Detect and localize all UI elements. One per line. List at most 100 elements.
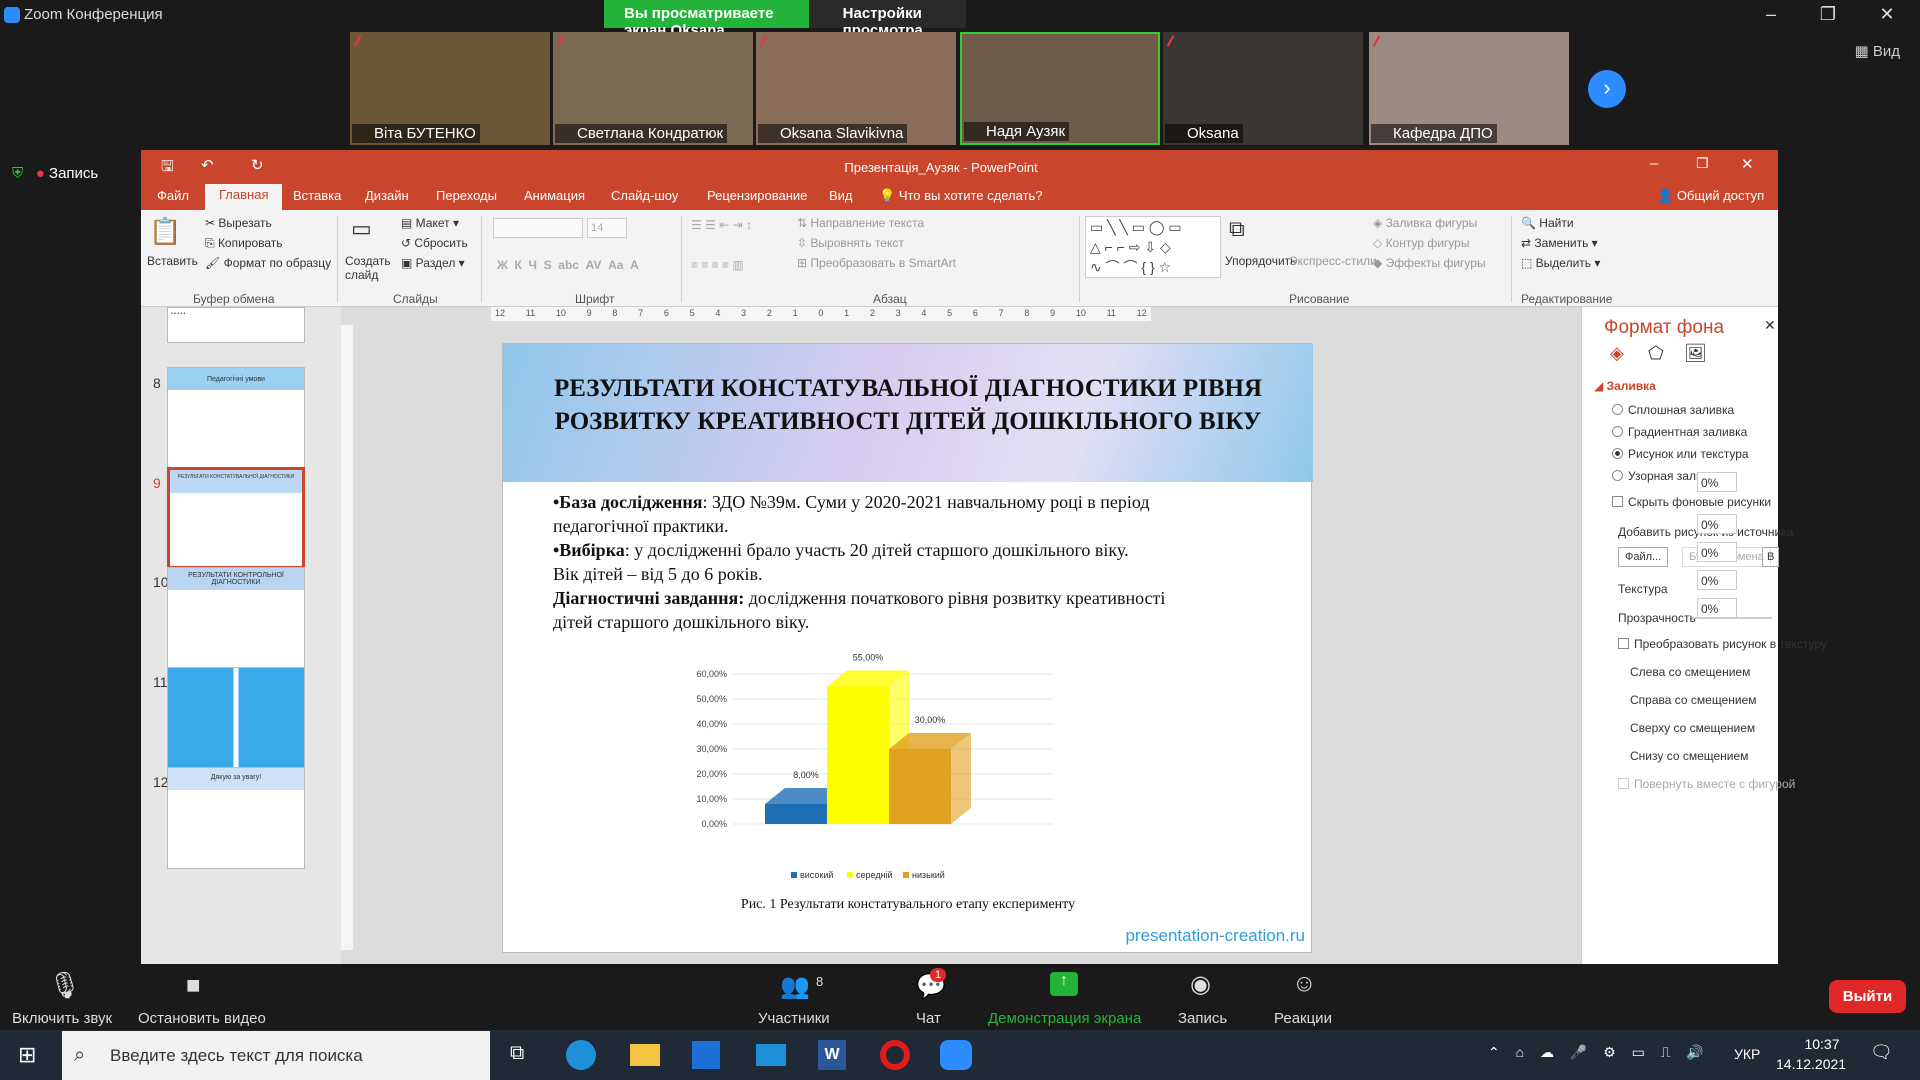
tab-slideshow[interactable]: Слайд-шоу — [611, 188, 678, 203]
ppt-restore-icon[interactable]: ❐ — [1696, 155, 1709, 172]
restore-icon[interactable]: ❐ — [1813, 4, 1843, 25]
slide-thumbnail[interactable]: Педагогічні умови — [167, 367, 305, 469]
record-button[interactable]: Запись — [1178, 1010, 1227, 1027]
format-painter-button[interactable]: 🖌 Формат по образцу — [205, 256, 331, 270]
online-button[interactable]: В Интернет — [1762, 547, 1779, 567]
participants-button[interactable]: Участники — [758, 1010, 830, 1027]
tab-animation[interactable]: Анимация — [524, 188, 585, 203]
slide-thumbnail[interactable]: Дякую за увагу! — [167, 767, 305, 869]
word-icon[interactable]: W — [818, 1040, 846, 1070]
font-name-input[interactable] — [493, 218, 583, 238]
share-screen-button[interactable]: Демонстрация экрана — [988, 1010, 1141, 1027]
tile-checkbox[interactable]: Преобразовать рисунок в текстуру — [1618, 637, 1827, 651]
tab-insert[interactable]: Вставка — [293, 188, 341, 203]
top-offset-input[interactable]: 0% — [1697, 570, 1737, 590]
video-camera-icon[interactable]: ■ — [186, 972, 201, 1000]
effects-tab-icon[interactable]: ⬠ — [1648, 343, 1664, 364]
find-button[interactable]: 🔍 Найти — [1521, 216, 1574, 230]
tab-design[interactable]: Дизайн — [365, 188, 409, 203]
file-explorer-icon[interactable] — [630, 1044, 660, 1066]
minimize-icon[interactable]: – — [1756, 4, 1786, 25]
tab-transitions[interactable]: Переходы — [436, 188, 497, 203]
shape-effects-button[interactable]: ◆ Эффекты фигуры — [1373, 256, 1486, 270]
clock-date[interactable]: 14.12.2021 — [1776, 1056, 1866, 1072]
save-icon[interactable]: 🖫 — [161, 156, 174, 181]
tab-view[interactable]: Вид — [829, 188, 853, 203]
section-button[interactable]: ▣ Раздел ▾ — [401, 256, 465, 270]
fill-section-header[interactable]: ◢ Заливка — [1594, 379, 1656, 393]
transparency-input[interactable]: 0% — [1697, 472, 1737, 492]
bar-chart[interactable]: 0,00% 10,00% 20,00% 30,00% 40,00% 50,00% 60,00… — [673, 644, 1113, 889]
participant-tile-active[interactable]: Надя Аузяк — [960, 32, 1160, 145]
picture-tab-icon[interactable]: 🖼 — [1684, 343, 1707, 364]
zoom-app-icon[interactable] — [940, 1040, 972, 1070]
undo-icon[interactable]: ↶ — [201, 156, 214, 174]
tab-home[interactable]: Главная — [205, 184, 283, 210]
slide-thumbnail[interactable]: • • • • • — [167, 307, 305, 343]
cut-button[interactable]: ✂ Вырезать — [205, 216, 272, 230]
tab-file[interactable]: Файл — [157, 188, 189, 203]
smartart-button[interactable]: ⊞ Преобразовать в SmartArt — [797, 256, 956, 270]
opera-icon[interactable] — [880, 1040, 910, 1070]
view-button[interactable]: ▦ Вид — [1855, 42, 1900, 60]
share-screen-icon[interactable]: ↑ — [1050, 972, 1078, 996]
windows-start-icon[interactable]: ⊞ — [18, 1042, 36, 1068]
left-offset-input[interactable]: 0% — [1697, 514, 1737, 534]
task-view-icon[interactable]: ⧉ — [510, 1042, 524, 1065]
close-icon[interactable]: ✕ — [1872, 4, 1902, 25]
chat-button[interactable]: Чат — [916, 1010, 941, 1027]
clock-time[interactable]: 10:37 — [1792, 1036, 1852, 1052]
solid-fill-radio[interactable]: Сплошная заливка — [1612, 403, 1734, 417]
paste-button[interactable]: Вставить — [147, 254, 198, 268]
muted-mic-icon[interactable]: 🎙 — [48, 970, 81, 1001]
new-slide-button[interactable]: Создать слайд — [345, 254, 395, 282]
align-text-button[interactable]: ⇳ Выровнять текст — [797, 236, 904, 250]
next-participants-icon[interactable]: › — [1588, 70, 1626, 108]
slide-thumbnail-selected[interactable]: РЕЗУЛЬТАТИ КОНСТАТУВАЛЬНОЇ ДІАГНОСТИКИ — [167, 467, 305, 569]
layout-button[interactable]: ▤ Макет ▾ — [401, 216, 459, 230]
system-tray-icons[interactable]: ⌃ ⌂ ☁ 🎤 ⚙ ▭ ⎍ 🔊 — [1488, 1044, 1710, 1061]
reactions-button[interactable]: Реакции — [1274, 1010, 1332, 1027]
share-button[interactable]: 👤 Общий доступ — [1657, 188, 1764, 204]
participant-tile[interactable]: Светлана Кондратюк — [553, 32, 753, 145]
shapes-gallery[interactable]: ▭ ╲ ╲ ▭ ◯ ▭ △ ⌐ ⌐ ⇨ ⇩ ◇ ∿ ⌒ ⌒ { } ☆ — [1085, 216, 1221, 278]
participant-tile[interactable]: Кафедра ДПО — [1369, 32, 1569, 145]
store-icon[interactable] — [692, 1041, 720, 1069]
shape-fill-button[interactable]: ◈ Заливка фигуры — [1373, 216, 1477, 230]
mail-icon[interactable] — [756, 1044, 786, 1066]
reactions-icon[interactable]: ☺ — [1292, 970, 1317, 998]
participant-tile[interactable]: Oksana — [1163, 32, 1363, 145]
tab-review[interactable]: Рецензирование — [707, 188, 807, 203]
ppt-minimize-icon[interactable]: – — [1650, 155, 1658, 172]
participant-tile[interactable]: Oksana Slavikivna — [756, 32, 956, 145]
slide-thumbnail[interactable]: РЕЗУЛЬТАТИ КОНТРОЛЬНОЇ ДІАГНОСТИКИ — [167, 567, 305, 669]
arrange-button[interactable]: Упорядочить — [1225, 254, 1296, 268]
picture-fill-radio[interactable]: Рисунок или текстура — [1612, 447, 1749, 461]
reset-button[interactable]: ↺ Сбросить — [401, 236, 468, 250]
select-button[interactable]: ⬚ Выделить ▾ — [1521, 256, 1600, 270]
tell-me-search[interactable]: 💡 Что вы хотите сделать? — [879, 188, 1043, 204]
leave-button[interactable]: Выйти — [1829, 980, 1906, 1013]
bold-italic-underline-buttons[interactable]: Ж К Ч S abc AV Aa A — [497, 258, 639, 272]
copy-button[interactable]: ⎘ Копировать — [205, 236, 283, 251]
ppt-close-icon[interactable]: ✕ — [1741, 155, 1754, 173]
quick-styles-button[interactable]: Экспресс-стили — [1289, 254, 1377, 268]
stop-video-button[interactable]: Остановить видео — [138, 1010, 266, 1027]
fill-tab-icon[interactable]: ◈ — [1610, 343, 1624, 364]
participant-tile[interactable]: Віта БУТЕНКО — [350, 32, 550, 145]
slide-thumbnail[interactable] — [167, 667, 305, 769]
edge-browser-icon[interactable] — [566, 1040, 596, 1070]
current-slide[interactable]: РЕЗУЛЬТАТИ КОНСТАТУВАЛЬНОЇ ДІАГНОСТИКИ Р… — [502, 343, 1313, 953]
language-indicator[interactable]: УКР — [1734, 1046, 1760, 1062]
view-settings-button[interactable]: Настройки просмотра ⌄ — [808, 0, 966, 57]
font-size-input[interactable]: 14 — [587, 218, 627, 238]
gradient-fill-radio[interactable]: Градиентная заливка — [1612, 425, 1747, 439]
redo-icon[interactable]: ↻ — [251, 156, 264, 174]
new-slide-icon[interactable]: ▭ — [351, 216, 372, 242]
align-buttons[interactable]: ≡ ≡ ≡ ≡ ▥ — [691, 258, 744, 272]
replace-button[interactable]: ⇄ Заменить ▾ — [1521, 236, 1598, 250]
participants-icon[interactable]: 👥 — [780, 972, 810, 1001]
list-buttons[interactable]: ☰ ☰ ⇤ ⇥ ↕ — [691, 218, 752, 232]
text-direction-button[interactable]: ⇅ Направление текста — [797, 216, 924, 230]
file-button[interactable]: Файл... — [1618, 547, 1669, 567]
